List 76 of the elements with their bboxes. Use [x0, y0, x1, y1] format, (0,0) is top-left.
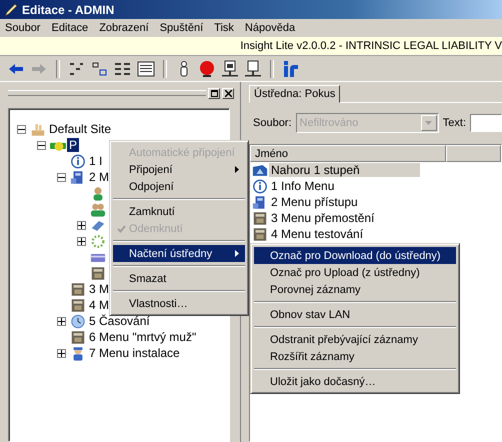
ring-icon	[90, 234, 106, 248]
tree-item[interactable]: 5 Časování	[87, 314, 152, 328]
text-field[interactable]	[470, 114, 502, 132]
list-item[interactable]: Nahoru 1 stupeň	[269, 163, 420, 177]
list-item[interactable]: 3 Menu přemostění	[269, 211, 376, 225]
device-icon	[252, 210, 268, 226]
details-view-icon[interactable]	[136, 60, 156, 78]
tree-item[interactable]: 2 M	[87, 170, 112, 184]
menu-bar-item[interactable]: Nápověda	[244, 22, 296, 34]
collapse-button[interactable]	[17, 124, 26, 134]
device-icon	[70, 282, 86, 296]
menu-item[interactable]: Odpojení	[113, 178, 245, 195]
info-icon	[252, 178, 268, 194]
window-icon	[210, 90, 218, 96]
list-item[interactable]: 1 Info Menu	[269, 179, 336, 193]
tree-item[interactable]: Default Site	[47, 122, 114, 136]
menu-item[interactable]: Smazat	[113, 270, 245, 287]
collapse-button[interactable]	[57, 172, 66, 182]
clock-icon	[70, 314, 86, 328]
collapse-button[interactable]	[37, 140, 46, 150]
list-item[interactable]: 2 Menu přístupu	[269, 195, 360, 209]
column-header[interactable]	[446, 145, 501, 162]
list-item[interactable]: 4 Menu testování	[269, 227, 366, 241]
menu-item[interactable]: Vlastnosti…	[113, 295, 245, 312]
tree-item[interactable]: 3 M	[87, 282, 112, 296]
pen-icon	[4, 2, 18, 16]
close-icon	[224, 90, 232, 96]
network-device-icon[interactable]	[243, 60, 263, 78]
tree-item[interactable]: 6 Menu "mrtvý muž"	[87, 330, 198, 344]
tree-item[interactable]: 4 M	[87, 298, 112, 312]
field-label: Text:	[442, 117, 466, 129]
hand-icon	[30, 122, 46, 136]
menu-item[interactable]: Připojení	[113, 161, 245, 178]
menu-item[interactable]: Označ pro Download (do ústředny)	[254, 247, 456, 264]
device-icon	[252, 226, 268, 242]
window-title: Editace - ADMIN	[22, 2, 114, 16]
tab[interactable]: Ústředna: Pokus	[249, 85, 340, 103]
device-icon	[70, 298, 86, 312]
menu-item[interactable]: Odstranit přebývající záznamy	[254, 331, 456, 348]
expand-button[interactable]	[77, 220, 86, 230]
logo-icon[interactable]	[281, 60, 301, 78]
menu-bar-item[interactable]: Editace	[51, 22, 88, 34]
expand-button[interactable]	[57, 348, 66, 358]
close-button[interactable]	[222, 88, 234, 98]
network-panel-icon[interactable]	[220, 60, 240, 78]
expand-button[interactable]	[77, 236, 86, 246]
menu-item[interactable]: Zamknutí	[113, 203, 245, 220]
menu-item[interactable]: Rozšířit záznamy	[254, 348, 456, 365]
menu-item[interactable]: Načtení ústředny	[113, 245, 245, 262]
people-icon	[90, 202, 106, 216]
menu-item[interactable]: Označ pro Upload (z ústředny)	[254, 264, 456, 281]
device-icon	[70, 330, 86, 344]
plus-icon	[58, 350, 65, 356]
field-label: Soubor:	[253, 117, 292, 129]
menu-item[interactable]: Obnov stav LAN	[254, 306, 456, 323]
tree-item[interactable]: 1 I	[87, 154, 104, 168]
menu-bar-item[interactable]: Spuštění	[160, 22, 204, 34]
menu-bar-item[interactable]: Soubor	[5, 22, 40, 34]
expand-button[interactable]	[57, 316, 66, 326]
column-header[interactable]: Jméno	[250, 145, 446, 162]
menu-bar-item[interactable]: Zobrazení	[99, 22, 149, 34]
maximize-button[interactable]	[208, 88, 220, 98]
plus-icon	[58, 318, 65, 324]
plus-icon	[78, 238, 85, 244]
alarm-icon[interactable]	[197, 60, 217, 78]
info-icon	[70, 154, 86, 168]
folder-up-icon	[252, 162, 268, 178]
tree-item[interactable]: 7 Menu instalace	[87, 346, 182, 360]
dropdown-arrow-icon	[425, 121, 432, 125]
plus-icon	[78, 222, 85, 228]
banner-text: Insight Lite v2.0.0.2 - INTRINSIC LEGAL LIABILITY V	[240, 40, 502, 52]
device-icon	[90, 266, 106, 280]
menu-item[interactable]: Uložit jako dočasný…	[254, 373, 456, 390]
tree-item[interactable]: P	[67, 138, 80, 152]
menu-item[interactable]: Porovnej záznamy	[254, 281, 456, 298]
menu-bar-item[interactable]: Tisk	[214, 22, 234, 34]
